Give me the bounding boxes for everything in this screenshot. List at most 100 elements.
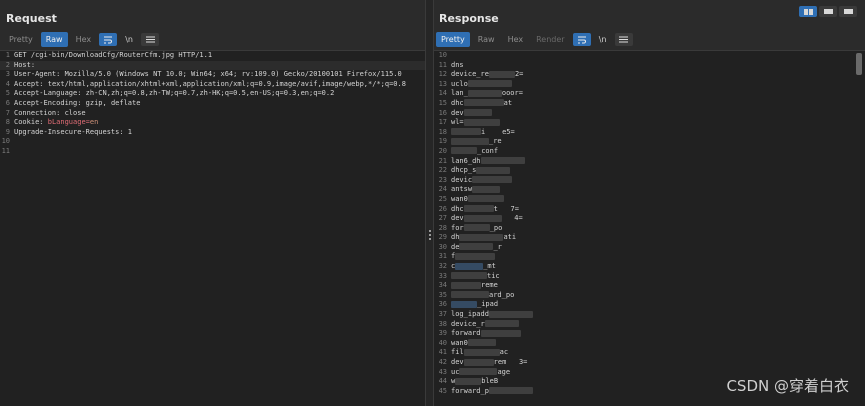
line-text: GET /cgi-bin/DownloadCfg/RouterCfm.jpg H… — [14, 51, 213, 59]
line-number: 17 — [438, 118, 447, 127]
line-text: reme — [481, 281, 498, 290]
line-number: 11 — [438, 60, 447, 69]
wrap-lines-icon[interactable] — [572, 33, 591, 46]
request-tab-pretty[interactable]: Pretty — [4, 32, 38, 47]
line-number: 18 — [438, 127, 447, 136]
response-tab-render[interactable]: Render — [531, 32, 569, 47]
response-scrollbar[interactable] — [856, 53, 862, 75]
line-text: de — [451, 242, 460, 251]
response-line: 38 device_r — [434, 320, 865, 330]
request-tab-raw[interactable]: Raw — [40, 32, 68, 47]
request-line: 11 — [0, 147, 425, 157]
response-pane: Response Pretty Raw Hex Render \n 10 11 dn… — [434, 0, 865, 406]
request-line: 10 — [0, 137, 425, 147]
line-number: 29 — [438, 233, 447, 242]
line-text: dev — [451, 108, 464, 117]
redacted-value — [476, 166, 511, 174]
line-number: 13 — [438, 79, 447, 88]
response-line: 19 _re — [434, 137, 865, 147]
line-text: lan_ — [451, 89, 468, 98]
request-title: Request — [6, 12, 57, 25]
line-number: 10 — [438, 51, 447, 59]
line-number: 9 — [5, 127, 10, 136]
drag-handle-icon[interactable] — [429, 230, 432, 240]
header-value: gzip, deflate — [81, 98, 141, 107]
redacted-value — [455, 252, 496, 260]
redacted-value — [463, 358, 494, 366]
redacted-value — [451, 272, 487, 280]
newline-toggle-icon[interactable]: \n — [120, 33, 138, 46]
line-text: _conf — [477, 146, 499, 155]
line-text: dhc — [451, 98, 464, 107]
line-text: rem 3= — [493, 358, 528, 366]
response-line: 20 _conf — [434, 147, 865, 157]
request-line: 4 Accept: text/html,application/xhtml+xml… — [0, 80, 425, 90]
response-line: 21 lan6_dh — [434, 157, 865, 167]
line-number: 1 — [5, 51, 10, 59]
pane-divider[interactable] — [425, 0, 434, 406]
response-line: 31 f — [434, 252, 865, 262]
redacted-value — [480, 157, 525, 165]
response-menu-icon[interactable] — [614, 33, 633, 46]
newline-toggle-icon[interactable]: \n — [594, 33, 612, 46]
response-line: 17 wl= — [434, 118, 865, 128]
response-line: 30 de _r — [434, 243, 865, 253]
line-text: ac — [499, 348, 509, 357]
response-line: 12 device_re 2= — [434, 70, 865, 80]
line-text: ati — [503, 233, 517, 242]
layout-stacked-icon[interactable] — [819, 6, 837, 17]
line-number: 20 — [438, 146, 447, 155]
request-toolbar: Pretty Raw Hex \n — [4, 32, 160, 47]
line-number: 41 — [438, 348, 447, 357]
layout-tabs-icon[interactable] — [839, 6, 857, 17]
request-menu-icon[interactable] — [141, 33, 160, 46]
response-tab-raw[interactable]: Raw — [473, 32, 500, 47]
response-toolbar: Pretty Raw Hex Render \n — [436, 32, 633, 47]
line-number: 14 — [438, 89, 447, 98]
redacted-value — [488, 310, 533, 318]
line-text: _r — [493, 242, 502, 251]
response-tab-hex[interactable]: Hex — [503, 32, 529, 47]
header-name: Upgrade-Insecure-Requests: — [14, 127, 124, 136]
line-text: _po — [489, 223, 503, 232]
response-editor[interactable]: 10 11 dns 12 device_re 2= 13 uclo 14 lan_ ooor= 15 d… — [434, 50, 865, 406]
request-line: 5 Accept-Language: zh-CN,zh;q=0.8,zh-TW;q… — [0, 89, 425, 99]
header-name: Connection: — [14, 108, 61, 117]
response-line: 10 — [434, 51, 865, 61]
redacted-value — [463, 224, 490, 232]
line-number: 6 — [5, 98, 10, 107]
line-number: 27 — [438, 214, 447, 223]
line-number: 11 — [1, 146, 10, 155]
request-editor[interactable]: 1 GET /cgi-bin/DownloadCfg/RouterCfm.jpg … — [0, 50, 425, 406]
request-tab-hex[interactable]: Hex — [71, 32, 97, 47]
line-number: 35 — [438, 290, 447, 299]
response-line: 11 dns — [434, 61, 865, 71]
request-line: 8 Cookie: bLanguage=en — [0, 118, 425, 128]
line-number: 25 — [438, 194, 447, 203]
line-number: 4 — [5, 79, 10, 88]
line-number: 44 — [438, 377, 447, 386]
redacted-value — [463, 214, 502, 222]
line-number: 26 — [438, 204, 447, 213]
line-text: log_ipadd — [451, 310, 489, 319]
line-number: 8 — [5, 118, 10, 127]
header-value: text/html,application/xhtml+xml,applicat… — [43, 79, 406, 88]
line-text: ooor= — [501, 89, 523, 98]
line-number: 31 — [438, 252, 447, 261]
response-line: 42 dev rem 3= — [434, 358, 865, 368]
redacted-value — [467, 89, 502, 97]
line-text: i e5= — [481, 127, 515, 136]
wrap-lines-icon[interactable] — [99, 33, 118, 46]
response-tab-pretty[interactable]: Pretty — [436, 32, 470, 47]
header-value: Mozilla/5.0 (Windows NT 10.0; Win64; x64… — [60, 70, 402, 79]
redacted-value — [451, 291, 489, 299]
layout-side-by-side-icon[interactable] — [799, 6, 817, 17]
request-line: 6 Accept-Encoding: gzip, deflate — [0, 99, 425, 109]
line-text: 2= — [514, 70, 524, 79]
request-line: 1 GET /cgi-bin/DownloadCfg/RouterCfm.jpg … — [0, 51, 425, 61]
response-line: 34 reme — [434, 281, 865, 291]
redacted-value — [467, 339, 496, 347]
line-text: uc — [451, 367, 460, 376]
line-number: 22 — [438, 166, 447, 175]
watermark: CSDN @穿着白衣 — [726, 377, 849, 395]
